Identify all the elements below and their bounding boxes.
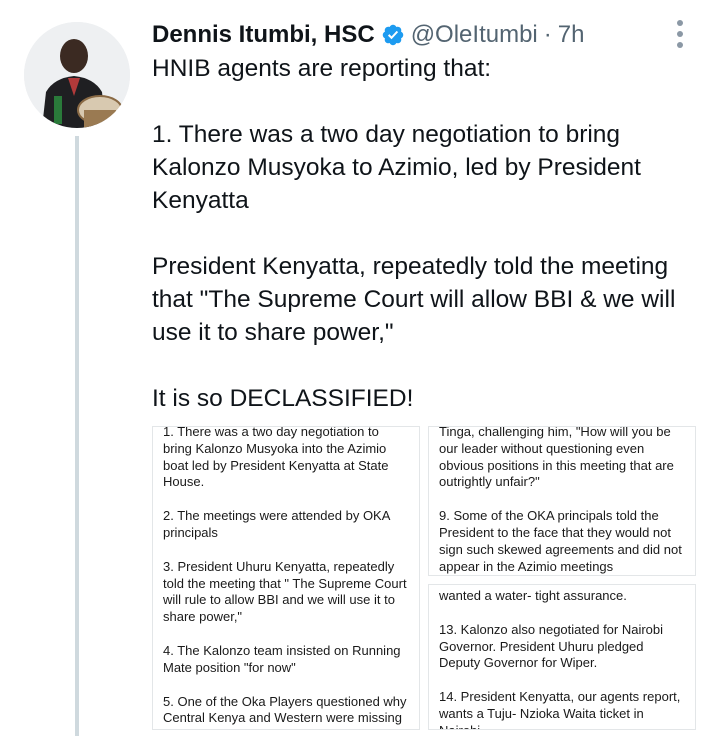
media-card-left[interactable]: 1. There was a two day negotiation to br… [152, 426, 420, 730]
profile-photo-icon [24, 22, 130, 128]
media-card-top-right[interactable]: Tinga, challenging him, "How will you be… [428, 426, 696, 576]
thread-line [75, 136, 79, 736]
avatar[interactable] [24, 22, 130, 128]
card-paragraph: 9. Some of the OKA principals told the P… [439, 508, 682, 574]
display-name[interactable]: Dennis Itumbi, HSC [152, 21, 375, 49]
more-options-icon[interactable] [670, 20, 690, 48]
timestamp[interactable]: 7h [558, 21, 585, 49]
card-paragraph: 14. President Kenyatta, our agents repor… [439, 689, 681, 729]
media-card-bottom-right[interactable]: wanted a water- tight assurance. 13. Kal… [428, 584, 696, 730]
card-paragraph: 1. There was a two day negotiation to br… [163, 426, 389, 490]
dot [677, 20, 683, 26]
card-paragraph: 4. The Kalonzo team insisted on Running … [163, 642, 401, 675]
tweet-header: Dennis Itumbi, HSC @OleItumbi · 7h [152, 18, 584, 52]
card-paragraph: 13. Kalonzo also negotiated for Nairobi … [439, 621, 664, 671]
card-paragraph: 2. The meetings were attended by OKA pri… [163, 508, 390, 540]
card-paragraph: wanted a water- tight assurance. [439, 588, 627, 603]
tweet-text: HNIB agents are reporting that: 1. There… [152, 55, 676, 412]
card-paragraph: 3. President Uhuru Kenyatta, repeatedly … [163, 558, 407, 625]
separator-dot: · [543, 21, 552, 48]
dot [677, 31, 683, 37]
dot [677, 42, 683, 48]
verified-badge-icon [382, 24, 403, 46]
card-paragraph: 5. One of the Oka Players questioned why… [163, 693, 407, 726]
handle[interactable]: @OleItumbi [411, 21, 538, 49]
card-paragraph: Tinga, challenging him, "How will you be… [439, 426, 674, 490]
tweet-media[interactable]: 1. There was a two day negotiation to br… [152, 426, 700, 730]
